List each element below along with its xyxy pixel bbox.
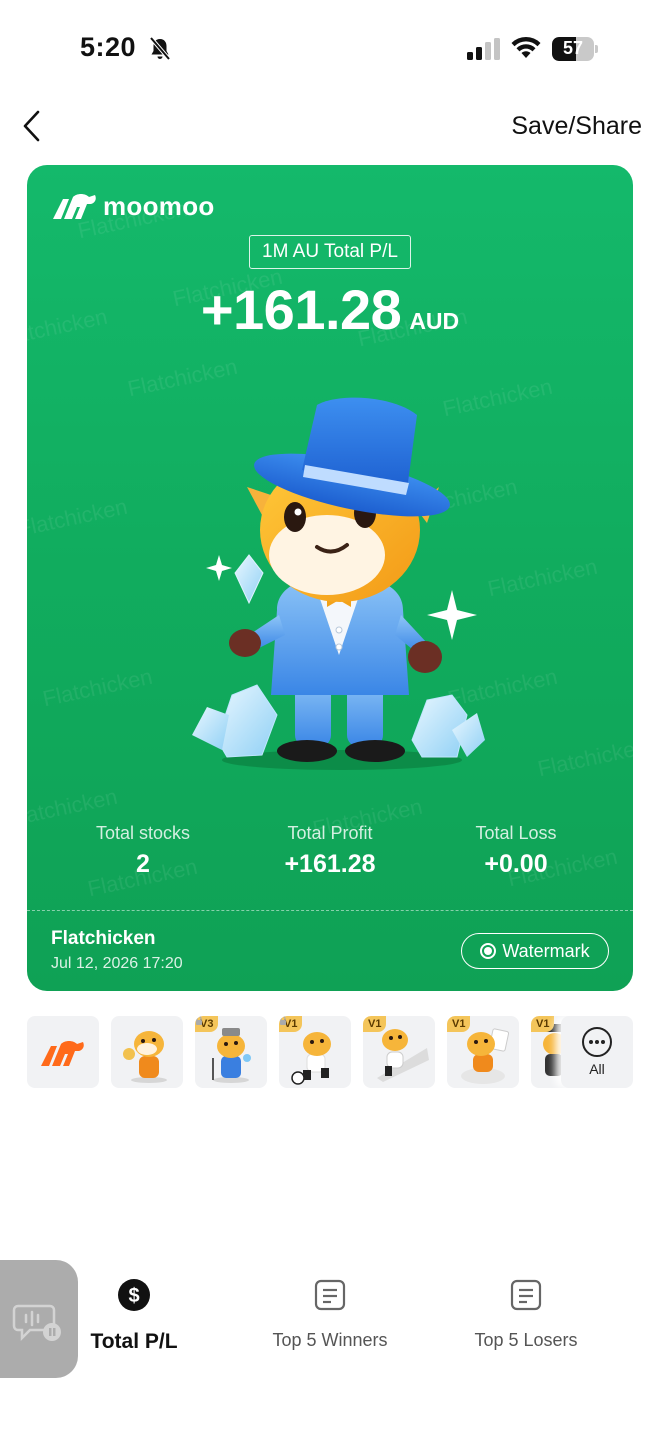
- tier-badge: V1: [363, 1016, 387, 1032]
- more-icon: [582, 1027, 612, 1057]
- card-divider: [27, 910, 633, 911]
- brand-logo: moomoo: [51, 189, 215, 223]
- tier-badge: V1: [531, 1016, 555, 1032]
- watermark-toggle-label: Watermark: [502, 940, 590, 961]
- status-time: 5:20: [80, 32, 137, 62]
- pl-share-card: Flatchicken Flatchicken Flatchicken Flat…: [27, 165, 633, 991]
- theme-option[interactable]: [111, 1016, 183, 1088]
- watermark-text: Flatchicken: [485, 553, 600, 602]
- lock-icon: [196, 1016, 202, 1025]
- tab-top-winners[interactable]: Top 5 Winners: [230, 1278, 430, 1351]
- stat-value: 2: [136, 850, 150, 878]
- signal-icon: [467, 38, 500, 60]
- lock-icon: [280, 1016, 286, 1025]
- theme-picker: V3 V1 V1 V1 V1 All: [27, 1016, 633, 1088]
- wifi-icon: [511, 36, 541, 58]
- back-button[interactable]: [18, 108, 48, 144]
- all-themes-button[interactable]: All: [561, 1016, 633, 1088]
- bottom-tab-bar: $ Total P/L Top 5 Winners Top 5 Losers: [0, 1270, 660, 1370]
- battery-indicator: 57: [552, 37, 598, 61]
- pl-currency: AUD: [409, 308, 460, 334]
- stat-total-stocks: Total stocks 2: [43, 823, 243, 879]
- stat-total-loss: Total Loss +0.00: [416, 823, 616, 879]
- pl-amount: +161.28 AUD: [27, 277, 633, 342]
- brand-name: moomoo: [103, 190, 215, 221]
- watermark-text: Flatchicken: [27, 493, 130, 542]
- stat-total-profit: Total Profit +161.28: [230, 823, 430, 879]
- watermark-toggle[interactable]: Watermark: [461, 933, 609, 969]
- tier-badge: V1: [447, 1016, 471, 1032]
- stat-label: Total Loss: [475, 823, 557, 843]
- battery-percent: 57: [562, 38, 584, 58]
- document-list-icon: [314, 1279, 346, 1311]
- tab-label: Top 5 Winners: [272, 1330, 388, 1350]
- mascot-illustration: [192, 397, 485, 770]
- stat-label: Total stocks: [95, 823, 191, 843]
- theme-option[interactable]: V1: [279, 1016, 351, 1088]
- stat-value: +0.00: [484, 850, 548, 878]
- watermark-text: Flatchicken: [40, 663, 155, 712]
- moomoo-bull-icon: [41, 1041, 84, 1066]
- theme-option[interactable]: V3: [195, 1016, 267, 1088]
- radio-checked-icon: [480, 943, 497, 959]
- document-list-icon: [510, 1279, 542, 1311]
- stat-label: Total Profit: [287, 823, 373, 843]
- theme-option[interactable]: V1: [447, 1016, 519, 1088]
- watermark-text: Flatchicken: [535, 733, 633, 782]
- all-themes-label: All: [589, 1061, 605, 1077]
- theme-option-logo[interactable]: [27, 1016, 99, 1088]
- save-share-button[interactable]: Save/Share: [511, 112, 642, 141]
- stats-row: Total stocks 2 Total Profit +161.28 Tota…: [27, 823, 633, 883]
- theme-option[interactable]: V1: [363, 1016, 435, 1088]
- voice-message-icon: [12, 1304, 61, 1342]
- user-name: Flatchicken: [51, 928, 156, 949]
- stat-value: +161.28: [284, 850, 376, 878]
- period-badge: 1M AU Total P/L: [249, 235, 411, 269]
- dollar-icon: $: [118, 1279, 150, 1311]
- bell-slash-icon: [149, 36, 171, 61]
- card-date: Jul 12, 2026 17:20: [51, 955, 183, 972]
- moomoo-bull-icon: [53, 194, 96, 219]
- pl-value: +161.28: [200, 278, 402, 341]
- mascot-thumbnail: [123, 1031, 167, 1083]
- svg-text:$: $: [128, 1285, 139, 1307]
- voice-assistant-button[interactable]: [0, 1260, 78, 1378]
- tab-top-losers[interactable]: Top 5 Losers: [426, 1278, 626, 1351]
- status-bar: 5:20 57: [0, 0, 660, 96]
- tab-label: Top 5 Losers: [474, 1330, 578, 1350]
